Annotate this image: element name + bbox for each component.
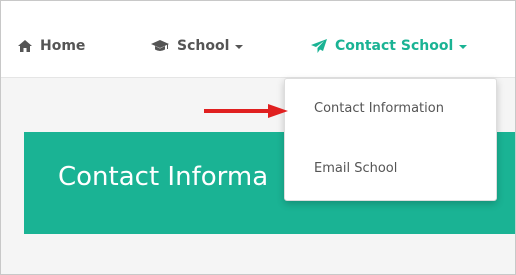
nav-contact-school[interactable]: Contact School [311, 36, 468, 56]
app-window: Home School Contact School Contact Infor… [0, 0, 516, 275]
graduation-cap-icon [151, 40, 169, 52]
caret-down-icon [459, 45, 468, 49]
nav-school[interactable]: School [151, 36, 244, 56]
menu-item-email-school[interactable]: Email School [314, 161, 397, 176]
caret-down-icon [235, 45, 244, 49]
home-icon [18, 40, 32, 52]
nav-contact-label: Contact School [335, 38, 454, 54]
nav-school-label: School [177, 38, 230, 54]
menu-item-contact-information[interactable]: Contact Information [314, 101, 444, 116]
page-title: Contact Informa [58, 162, 269, 192]
nav-home-label: Home [40, 38, 86, 54]
paper-plane-icon [311, 39, 327, 53]
contact-dropdown-menu: Contact Information Email School [284, 78, 497, 201]
top-navbar: Home School Contact School [1, 1, 515, 78]
red-arrow-icon [204, 103, 288, 122]
nav-home[interactable]: Home [18, 36, 85, 56]
